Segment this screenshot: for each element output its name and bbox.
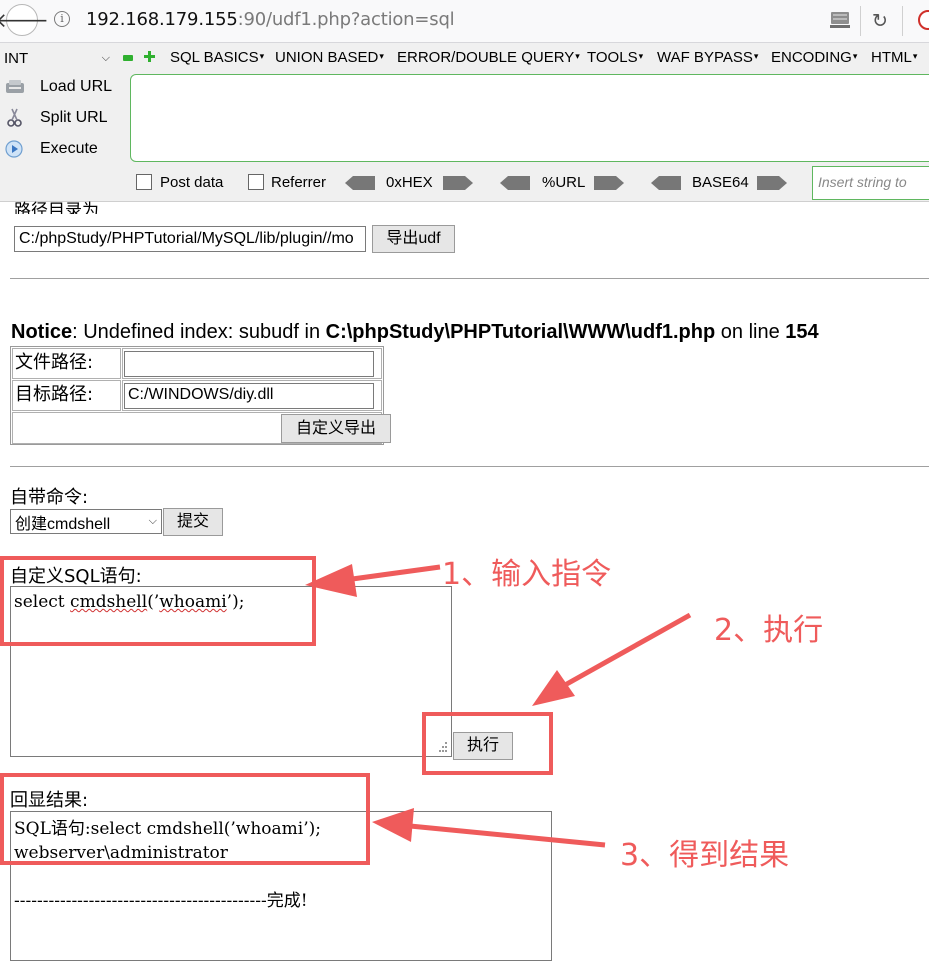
annotation-step-3: 3、得到结果 bbox=[620, 838, 790, 873]
annotation-arrow-1 bbox=[344, 564, 441, 583]
annotation-arrowhead-2 bbox=[532, 670, 575, 706]
annotation-arrow-2 bbox=[563, 612, 692, 688]
annotation-arrowhead-1 bbox=[305, 564, 357, 597]
annotation-arrows bbox=[305, 564, 692, 848]
annotation-step-1: 1、输入指令 bbox=[442, 557, 612, 592]
annotation-arrow-3 bbox=[409, 823, 606, 848]
annotation-step-2: 2、执行 bbox=[714, 613, 824, 648]
annotation-arrowhead-3 bbox=[372, 808, 414, 842]
